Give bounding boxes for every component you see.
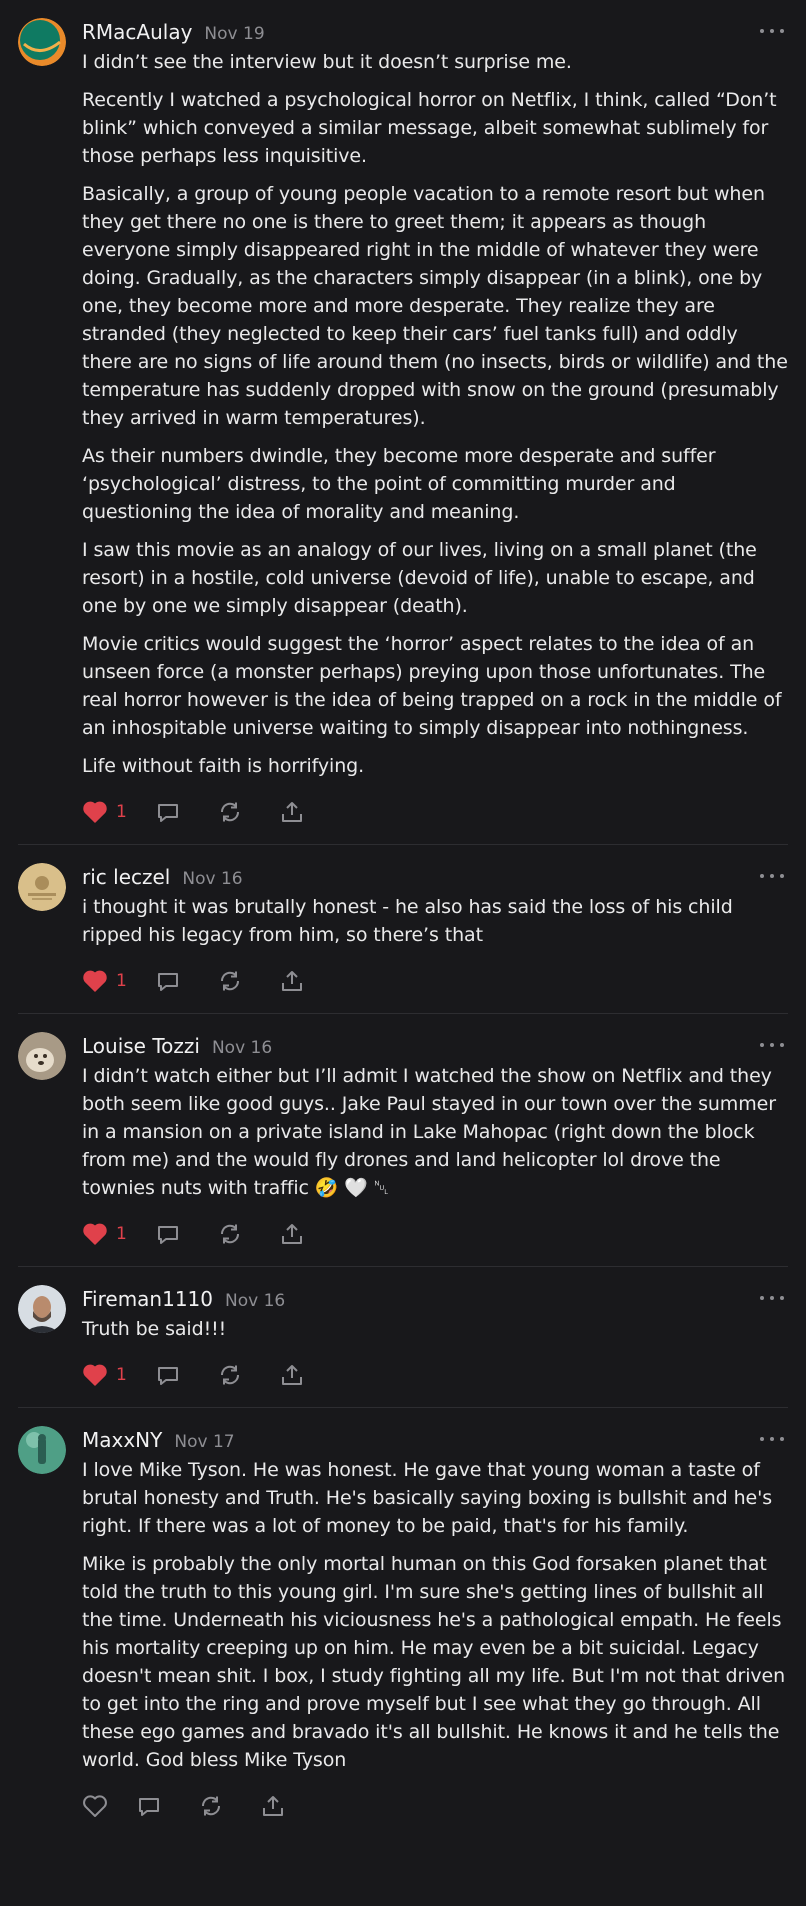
- comment-paragraph: Movie critics would suggest the ‘horror’…: [82, 633, 782, 739]
- comment-actions: 1: [82, 963, 788, 999]
- avatar[interactable]: [18, 1032, 66, 1080]
- comment-paragraph: I didn’t see the interview but it doesn’…: [82, 51, 572, 73]
- avatar[interactable]: [18, 1426, 66, 1474]
- comment-actions: 1: [82, 1216, 788, 1252]
- comment-thread: RMacAulay Nov 19 I didn’t see the interv…: [0, 0, 806, 1838]
- like-count: 1: [116, 802, 127, 822]
- more-dots-icon[interactable]: [760, 1430, 784, 1448]
- comment-bubble-icon: [136, 1794, 162, 1818]
- reply-button[interactable]: [155, 1222, 181, 1246]
- like-count: 1: [116, 1224, 127, 1244]
- like-button[interactable]: 1: [82, 800, 127, 824]
- comment: ric leczel Nov 16 i thought it was bruta…: [18, 845, 788, 1014]
- comment-paragraph: Recently I watched a psychological horro…: [82, 89, 777, 167]
- comment-header: RMacAulay Nov 19: [82, 18, 788, 46]
- comment-paragraph: I love Mike Tyson. He was honest. He gav…: [82, 1459, 773, 1537]
- comment-body: i thought it was brutally honest - he al…: [82, 893, 788, 949]
- author-name[interactable]: Louise Tozzi: [82, 1032, 200, 1060]
- comment-bubble-icon: [155, 800, 181, 824]
- avatar[interactable]: [18, 18, 66, 66]
- comment-date[interactable]: Nov 16: [182, 865, 242, 893]
- reply-button[interactable]: [155, 800, 181, 824]
- comment-bubble-icon: [155, 969, 181, 993]
- share-upload-icon: [260, 1794, 286, 1818]
- share-button[interactable]: [279, 969, 305, 993]
- comment-body: I love Mike Tyson. He was honest. He gav…: [82, 1456, 788, 1774]
- comment-header: Louise Tozzi Nov 16: [82, 1032, 788, 1060]
- restack-button[interactable]: [217, 800, 243, 824]
- restack-arrows-icon: [217, 800, 243, 824]
- share-button[interactable]: [260, 1794, 286, 1818]
- like-button[interactable]: 1: [82, 969, 127, 993]
- comment-paragraph: i thought it was brutally honest - he al…: [82, 896, 733, 946]
- comment: MaxxNY Nov 17 I love Mike Tyson. He was …: [18, 1408, 788, 1838]
- comment-date[interactable]: Nov 16: [212, 1034, 272, 1062]
- comment-body: I didn’t watch either but I’ll admit I w…: [82, 1062, 788, 1202]
- reply-button[interactable]: [155, 969, 181, 993]
- author-name[interactable]: Fireman1110: [82, 1285, 213, 1313]
- comment-paragraph: Mike is probably the only mortal human o…: [82, 1553, 786, 1771]
- comment-date[interactable]: Nov 17: [174, 1428, 234, 1456]
- like-count: 1: [116, 1365, 127, 1385]
- comment-bubble-icon: [155, 1363, 181, 1387]
- heart-icon: [82, 1794, 108, 1818]
- restack-button[interactable]: [217, 1222, 243, 1246]
- comment-date[interactable]: Nov 16: [225, 1287, 285, 1315]
- comment-paragraph: Basically, a group of young people vacat…: [82, 183, 788, 429]
- comment: Louise Tozzi Nov 16 I didn’t watch eithe…: [18, 1014, 788, 1267]
- comment-body: I didn’t see the interview but it doesn’…: [82, 48, 788, 780]
- share-upload-icon: [279, 800, 305, 824]
- avatar[interactable]: [18, 1285, 66, 1333]
- restack-arrows-icon: [217, 969, 243, 993]
- share-upload-icon: [279, 1363, 305, 1387]
- restack-arrows-icon: [217, 1222, 243, 1246]
- more-dots-icon[interactable]: [760, 1289, 784, 1307]
- reply-button[interactable]: [136, 1794, 162, 1818]
- comment-date[interactable]: Nov 19: [204, 20, 264, 48]
- heart-icon: [82, 1363, 108, 1387]
- comment-actions: [82, 1788, 788, 1824]
- avatar[interactable]: [18, 863, 66, 911]
- more-dots-icon[interactable]: [760, 22, 784, 40]
- comment-body: Truth be said!!!: [82, 1315, 788, 1343]
- restack-button[interactable]: [217, 1363, 243, 1387]
- restack-arrows-icon: [198, 1794, 224, 1818]
- restack-button[interactable]: [198, 1794, 224, 1818]
- heart-icon: [82, 800, 108, 824]
- author-name[interactable]: RMacAulay: [82, 18, 192, 46]
- comment-header: MaxxNY Nov 17: [82, 1426, 788, 1454]
- share-upload-icon: [279, 969, 305, 993]
- comment-header: Fireman1110 Nov 16: [82, 1285, 788, 1313]
- share-button[interactable]: [279, 1222, 305, 1246]
- comment: Fireman1110 Nov 16 Truth be said!!! 1: [18, 1267, 788, 1408]
- comment-paragraph: Life without faith is horrifying.: [82, 755, 365, 777]
- share-button[interactable]: [279, 1363, 305, 1387]
- heart-icon: [82, 969, 108, 993]
- share-upload-icon: [279, 1222, 305, 1246]
- comment-actions: 1: [82, 794, 788, 830]
- comment-paragraph: Truth be said!!!: [82, 1318, 227, 1340]
- like-button[interactable]: 1: [82, 1363, 127, 1387]
- like-button[interactable]: [82, 1794, 108, 1818]
- comment-paragraph: I didn’t watch either but I’ll admit I w…: [82, 1065, 776, 1199]
- restack-arrows-icon: [217, 1363, 243, 1387]
- more-dots-icon[interactable]: [760, 1036, 784, 1054]
- like-count: 1: [116, 971, 127, 991]
- restack-button[interactable]: [217, 969, 243, 993]
- comment-bubble-icon: [155, 1222, 181, 1246]
- like-button[interactable]: 1: [82, 1222, 127, 1246]
- comment-paragraph: I saw this movie as an analogy of our li…: [82, 539, 757, 617]
- comment-paragraph: As their numbers dwindle, they become mo…: [82, 445, 716, 523]
- comment-actions: 1: [82, 1357, 788, 1393]
- author-name[interactable]: ric leczel: [82, 863, 170, 891]
- comment-header: ric leczel Nov 16: [82, 863, 788, 891]
- comment: RMacAulay Nov 19 I didn’t see the interv…: [18, 0, 788, 845]
- reply-button[interactable]: [155, 1363, 181, 1387]
- heart-icon: [82, 1222, 108, 1246]
- more-dots-icon[interactable]: [760, 867, 784, 885]
- author-name[interactable]: MaxxNY: [82, 1426, 162, 1454]
- share-button[interactable]: [279, 800, 305, 824]
